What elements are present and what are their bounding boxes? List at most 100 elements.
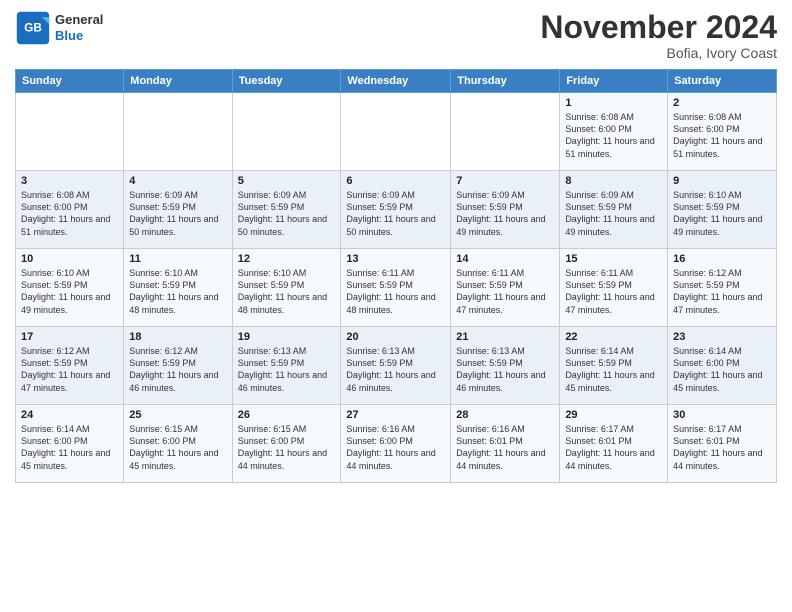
- day-number: 1: [565, 97, 662, 109]
- day-info: Sunrise: 6:13 AM Sunset: 5:59 PM Dayligh…: [456, 345, 554, 394]
- day-number: 15: [565, 253, 662, 265]
- day-info: Sunrise: 6:09 AM Sunset: 5:59 PM Dayligh…: [346, 189, 445, 238]
- day-number: 7: [456, 175, 554, 187]
- svg-text:GB: GB: [24, 22, 42, 35]
- day-info: Sunrise: 6:08 AM Sunset: 6:00 PM Dayligh…: [565, 111, 662, 160]
- day-info: Sunrise: 6:09 AM Sunset: 5:59 PM Dayligh…: [456, 189, 554, 238]
- month-title: November 2024: [540, 10, 777, 45]
- location: Bofia, Ivory Coast: [540, 45, 777, 61]
- day-number: 28: [456, 409, 554, 421]
- day-info: Sunrise: 6:14 AM Sunset: 5:59 PM Dayligh…: [565, 345, 662, 394]
- calendar-day-20: 20 Sunrise: 6:13 AM Sunset: 5:59 PM Dayli…: [341, 327, 451, 405]
- calendar-day-17: 17 Sunrise: 6:12 AM Sunset: 5:59 PM Dayli…: [16, 327, 124, 405]
- calendar-day-7: 7 Sunrise: 6:09 AM Sunset: 5:59 PM Daylig…: [451, 171, 560, 249]
- day-number: 13: [346, 253, 445, 265]
- calendar-day-27: 27 Sunrise: 6:16 AM Sunset: 6:00 PM Dayli…: [341, 405, 451, 483]
- day-info: Sunrise: 6:14 AM Sunset: 6:00 PM Dayligh…: [673, 345, 771, 394]
- weekday-header-thursday: Thursday: [451, 70, 560, 93]
- calendar-day-6: 6 Sunrise: 6:09 AM Sunset: 5:59 PM Daylig…: [341, 171, 451, 249]
- calendar-day-29: 29 Sunrise: 6:17 AM Sunset: 6:01 PM Dayli…: [560, 405, 668, 483]
- weekday-header-sunday: Sunday: [16, 70, 124, 93]
- day-number: 8: [565, 175, 662, 187]
- day-info: Sunrise: 6:10 AM Sunset: 5:59 PM Dayligh…: [129, 267, 226, 316]
- day-number: 9: [673, 175, 771, 187]
- calendar-week-5: 24 Sunrise: 6:14 AM Sunset: 6:00 PM Dayli…: [16, 405, 777, 483]
- calendar-day-14: 14Sunrise: 6:11 AM Sunset: 5:59 PM Dayli…: [451, 249, 560, 327]
- calendar-table: SundayMondayTuesdayWednesdayThursdayFrid…: [15, 69, 777, 483]
- day-info: Sunrise: 6:13 AM Sunset: 5:59 PM Dayligh…: [346, 345, 445, 394]
- weekday-header-saturday: Saturday: [668, 70, 777, 93]
- day-info: Sunrise: 6:11 AM Sunset: 5:59 PM Dayligh…: [565, 267, 662, 316]
- day-number: 24: [21, 409, 118, 421]
- weekday-header-monday: Monday: [124, 70, 232, 93]
- calendar-day-24: 24 Sunrise: 6:14 AM Sunset: 6:00 PM Dayli…: [16, 405, 124, 483]
- day-number: 2: [673, 97, 771, 109]
- empty-cell: [451, 93, 560, 171]
- calendar-day-30: 30Sunrise: 6:17 AM Sunset: 6:01 PM Dayli…: [668, 405, 777, 483]
- day-number: 12: [238, 253, 336, 265]
- day-info: Sunrise: 6:11 AM Sunset: 5:59 PM Dayligh…: [346, 267, 445, 316]
- calendar-day-23: 23Sunrise: 6:14 AM Sunset: 6:00 PM Dayli…: [668, 327, 777, 405]
- day-number: 17: [21, 331, 118, 343]
- calendar-day-9: 9Sunrise: 6:10 AM Sunset: 5:59 PM Daylig…: [668, 171, 777, 249]
- day-number: 19: [238, 331, 336, 343]
- day-number: 10: [21, 253, 118, 265]
- calendar-week-4: 17 Sunrise: 6:12 AM Sunset: 5:59 PM Dayli…: [16, 327, 777, 405]
- day-number: 26: [238, 409, 336, 421]
- title-area: November 2024 Bofia, Ivory Coast: [540, 10, 777, 61]
- day-info: Sunrise: 6:11 AM Sunset: 5:59 PM Dayligh…: [456, 267, 554, 316]
- day-info: Sunrise: 6:14 AM Sunset: 6:00 PM Dayligh…: [21, 423, 118, 472]
- logo-text: General Blue: [55, 12, 103, 43]
- calendar-day-16: 16 Sunrise: 6:12 AM Sunset: 5:59 PM Dayli…: [668, 249, 777, 327]
- day-number: 18: [129, 331, 226, 343]
- calendar-week-3: 10 Sunrise: 6:10 AM Sunset: 5:59 PM Dayli…: [16, 249, 777, 327]
- empty-cell: [16, 93, 124, 171]
- day-info: Sunrise: 6:16 AM Sunset: 6:00 PM Dayligh…: [346, 423, 445, 472]
- day-number: 27: [346, 409, 445, 421]
- day-number: 21: [456, 331, 554, 343]
- calendar-day-19: 19Sunrise: 6:13 AM Sunset: 5:59 PM Dayli…: [232, 327, 341, 405]
- day-info: Sunrise: 6:09 AM Sunset: 5:59 PM Dayligh…: [565, 189, 662, 238]
- calendar-day-25: 25Sunrise: 6:15 AM Sunset: 6:00 PM Dayli…: [124, 405, 232, 483]
- day-info: Sunrise: 6:09 AM Sunset: 5:59 PM Dayligh…: [129, 189, 226, 238]
- calendar-day-3: 3Sunrise: 6:08 AM Sunset: 6:00 PM Daylig…: [16, 171, 124, 249]
- day-number: 11: [129, 253, 226, 265]
- logo: GB General Blue: [15, 10, 103, 46]
- day-info: Sunrise: 6:09 AM Sunset: 5:59 PM Dayligh…: [238, 189, 336, 238]
- day-info: Sunrise: 6:15 AM Sunset: 6:00 PM Dayligh…: [129, 423, 226, 472]
- day-info: Sunrise: 6:12 AM Sunset: 5:59 PM Dayligh…: [673, 267, 771, 316]
- calendar-day-11: 11 Sunrise: 6:10 AM Sunset: 5:59 PM Dayli…: [124, 249, 232, 327]
- calendar-day-21: 21 Sunrise: 6:13 AM Sunset: 5:59 PM Dayli…: [451, 327, 560, 405]
- weekday-header-tuesday: Tuesday: [232, 70, 341, 93]
- day-info: Sunrise: 6:15 AM Sunset: 6:00 PM Dayligh…: [238, 423, 336, 472]
- day-number: 22: [565, 331, 662, 343]
- day-info: Sunrise: 6:12 AM Sunset: 5:59 PM Dayligh…: [21, 345, 118, 394]
- calendar-day-15: 15 Sunrise: 6:11 AM Sunset: 5:59 PM Dayli…: [560, 249, 668, 327]
- day-number: 29: [565, 409, 662, 421]
- day-info: Sunrise: 6:16 AM Sunset: 6:01 PM Dayligh…: [456, 423, 554, 472]
- empty-cell: [341, 93, 451, 171]
- logo-icon: GB: [15, 10, 51, 46]
- day-number: 6: [346, 175, 445, 187]
- day-number: 5: [238, 175, 336, 187]
- calendar-day-13: 13 Sunrise: 6:11 AM Sunset: 5:59 PM Dayli…: [341, 249, 451, 327]
- calendar-header-row: SundayMondayTuesdayWednesdayThursdayFrid…: [16, 70, 777, 93]
- day-number: 30: [673, 409, 771, 421]
- calendar-day-5: 5 Sunrise: 6:09 AM Sunset: 5:59 PM Daylig…: [232, 171, 341, 249]
- calendar-day-10: 10Sunrise: 6:10 AM Sunset: 5:59 PM Dayli…: [16, 249, 124, 327]
- page-container: GB General Blue November 2024 Bofia, Ivo…: [0, 0, 792, 488]
- calendar-day-26: 26 Sunrise: 6:15 AM Sunset: 6:00 PM Dayli…: [232, 405, 341, 483]
- day-info: Sunrise: 6:17 AM Sunset: 6:01 PM Dayligh…: [565, 423, 662, 472]
- calendar-week-2: 3Sunrise: 6:08 AM Sunset: 6:00 PM Daylig…: [16, 171, 777, 249]
- calendar-day-4: 4 Sunrise: 6:09 AM Sunset: 5:59 PM Daylig…: [124, 171, 232, 249]
- calendar-day-18: 18Sunrise: 6:12 AM Sunset: 5:59 PM Dayli…: [124, 327, 232, 405]
- day-number: 20: [346, 331, 445, 343]
- day-number: 16: [673, 253, 771, 265]
- empty-cell: [232, 93, 341, 171]
- header: GB General Blue November 2024 Bofia, Ivo…: [15, 10, 777, 61]
- calendar-day-12: 12Sunrise: 6:10 AM Sunset: 5:59 PM Dayli…: [232, 249, 341, 327]
- day-number: 4: [129, 175, 226, 187]
- calendar-week-1: 1 Sunrise: 6:08 AM Sunset: 6:00 PM Daylig…: [16, 93, 777, 171]
- weekday-header-friday: Friday: [560, 70, 668, 93]
- empty-cell: [124, 93, 232, 171]
